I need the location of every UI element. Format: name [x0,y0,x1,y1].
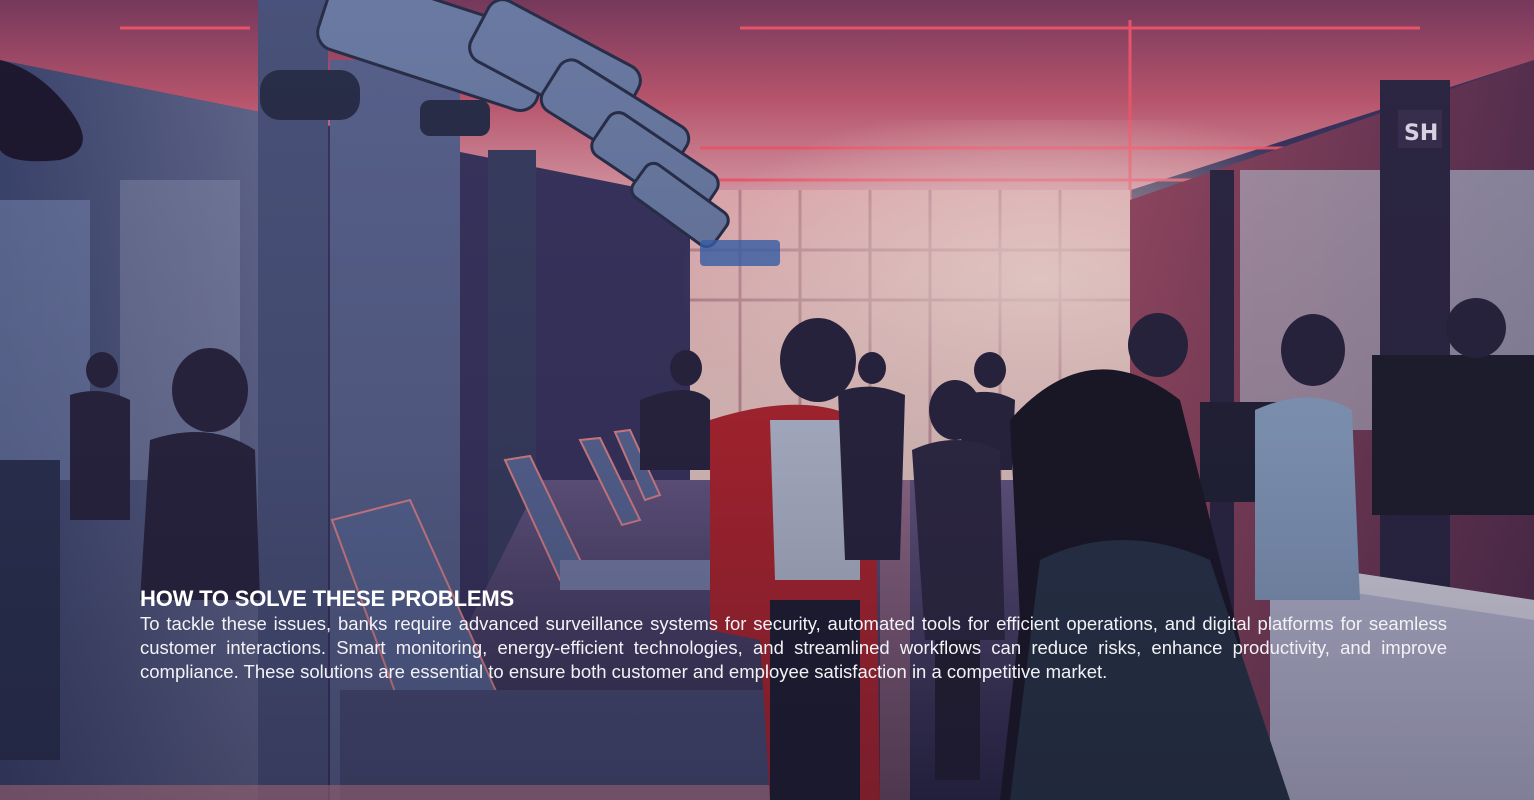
solution-text-block: HOW TO SOLVE THESE PROBLEMS To tackle th… [140,586,1447,684]
section-title: HOW TO SOLVE THESE PROBLEMS [140,586,514,611]
section-description: To tackle these issues, banks require ad… [140,613,1447,682]
hero-section: SH HOW TO SOLVE THESE PROBLEMS To tackle… [0,0,1534,800]
